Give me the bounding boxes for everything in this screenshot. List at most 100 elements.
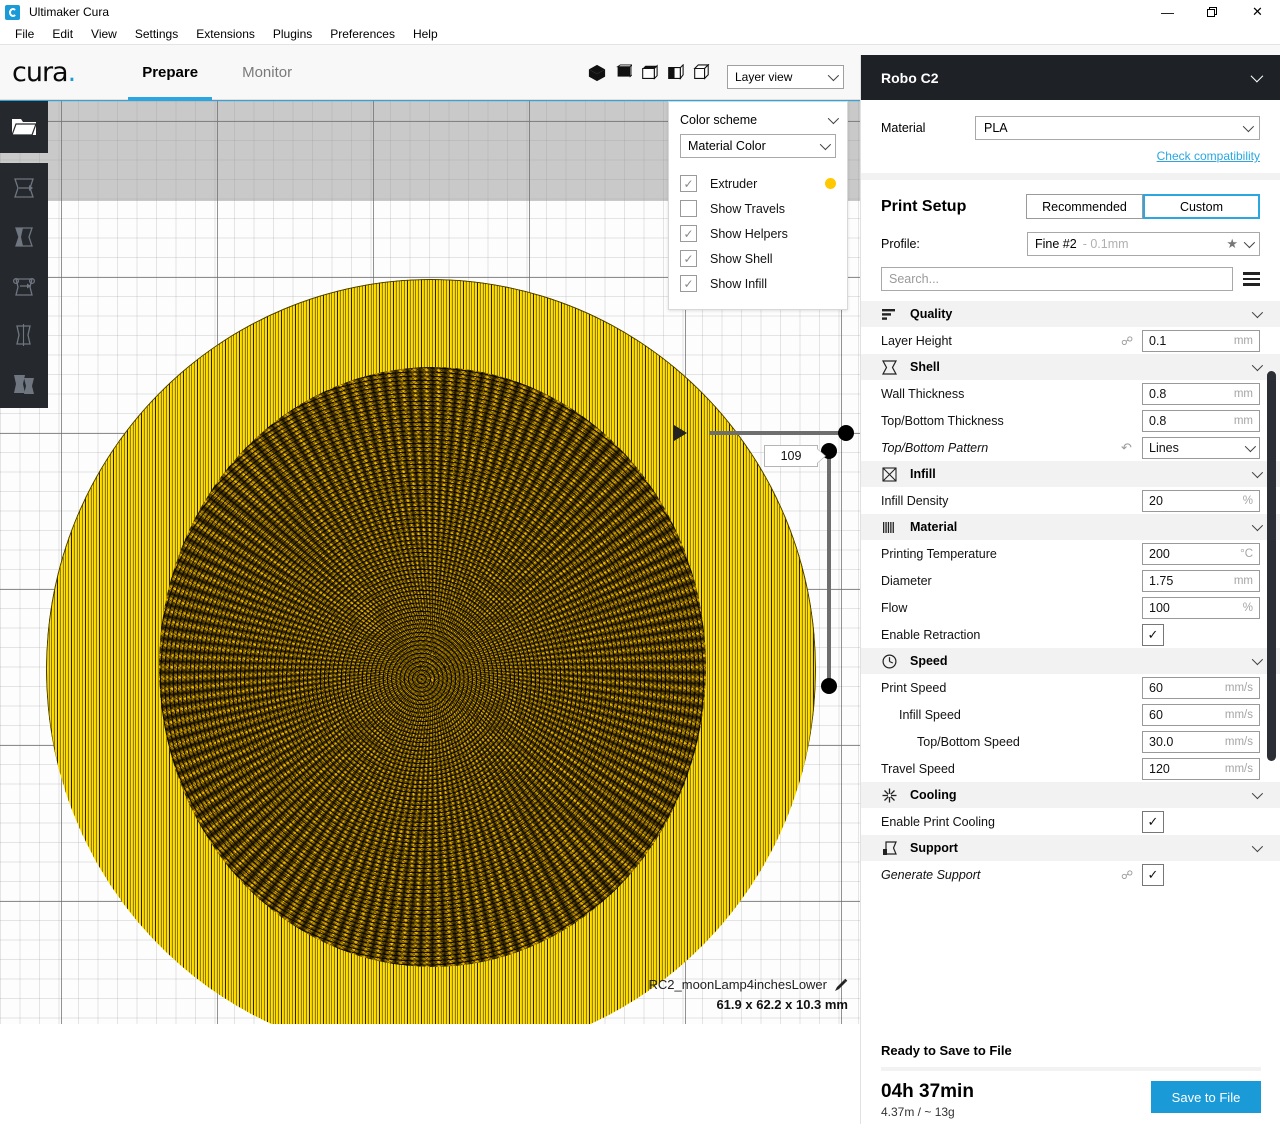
setting-print-speed[interactable]: Print Speed 60 mm/s	[861, 674, 1280, 701]
view-3d-icon[interactable]	[588, 64, 606, 82]
color-scheme-select[interactable]: Material Color	[680, 134, 836, 158]
mode-recommended-button[interactable]: Recommended	[1026, 194, 1143, 219]
setting-enable-retraction[interactable]: Enable Retraction ✓	[861, 621, 1280, 648]
pencil-icon[interactable]	[834, 978, 848, 992]
setting-select-field[interactable]: Lines	[1142, 436, 1260, 459]
minimize-button[interactable]: —	[1145, 0, 1190, 24]
menu-file[interactable]: File	[6, 24, 43, 45]
simulation-slider-handle[interactable]	[838, 425, 854, 441]
setting-value-field[interactable]: 100 %	[1142, 596, 1260, 619]
show-helpers-checkbox[interactable]: ✓	[680, 225, 697, 242]
setting-value-field[interactable]: 20 %	[1142, 489, 1260, 512]
simulation-time-slider[interactable]	[709, 425, 854, 441]
setting-top-bottom-pattern[interactable]: Top/Bottom Pattern ↶ Lines	[861, 434, 1280, 461]
setting-value: Lines	[1149, 440, 1179, 455]
tab-prepare[interactable]: Prepare	[120, 45, 220, 100]
open-file-button[interactable]	[0, 101, 48, 153]
menu-help[interactable]: Help	[404, 24, 447, 45]
settings-scrollbar[interactable]	[1267, 371, 1276, 761]
setting-value-field[interactable]: 60 mm/s	[1142, 703, 1260, 726]
rotate-tool-button[interactable]	[0, 261, 48, 310]
menu-plugins[interactable]: Plugins	[264, 24, 321, 45]
view-top-icon[interactable]	[640, 63, 658, 82]
setting-value-field[interactable]: 30.0 mm/s	[1142, 730, 1260, 753]
legend-row-show-infill[interactable]: ✓ Show Infill	[680, 271, 836, 296]
play-icon[interactable]	[670, 423, 690, 443]
setting-layer-height[interactable]: Layer Height ☍ 0.1 mm	[861, 327, 1280, 354]
setting-top-bottom-thickness[interactable]: Top/Bottom Thickness 0.8 mm	[861, 407, 1280, 434]
setting-infill-speed[interactable]: Infill Speed 60 mm/s	[861, 701, 1280, 728]
menu-view[interactable]: View	[82, 24, 126, 45]
sliced-model[interactable]	[46, 279, 818, 1024]
menu-settings[interactable]: Settings	[126, 24, 187, 45]
setting-value-field[interactable]: 120 mm/s	[1142, 757, 1260, 780]
show-infill-checkbox[interactable]: ✓	[680, 275, 697, 292]
per-model-settings-button[interactable]	[0, 359, 48, 408]
view-mode-select[interactable]: Layer view	[727, 65, 844, 89]
scale-tool-button[interactable]	[0, 212, 48, 261]
setting-checkbox[interactable]: ✓	[1142, 810, 1164, 833]
setting-wall-thickness[interactable]: Wall Thickness 0.8 mm	[861, 380, 1280, 407]
setting-diameter[interactable]: Diameter 1.75 mm	[861, 567, 1280, 594]
legend-row-show-helpers[interactable]: ✓ Show Helpers	[680, 221, 836, 246]
category-material[interactable]: Material	[861, 514, 1280, 540]
close-button[interactable]: ✕	[1235, 0, 1280, 24]
setting-value-field[interactable]: 60 mm/s	[1142, 676, 1260, 699]
chevron-down-icon	[1243, 236, 1256, 249]
menu-edit[interactable]: Edit	[43, 24, 82, 45]
layer-slider-lower-handle[interactable]	[821, 678, 837, 694]
hamburger-icon[interactable]	[1243, 272, 1260, 286]
save-to-file-button[interactable]: Save to File	[1151, 1081, 1261, 1113]
favorite-star-icon[interactable]: ★	[1226, 236, 1238, 252]
category-cooling[interactable]: Cooling	[861, 782, 1280, 808]
category-speed[interactable]: Speed	[861, 648, 1280, 674]
tab-monitor[interactable]: Monitor	[220, 45, 314, 100]
setting-travel-speed[interactable]: Travel Speed 120 mm/s	[861, 755, 1280, 782]
legend-row-extruder[interactable]: ✓ Extruder	[680, 171, 836, 196]
move-tool-button[interactable]	[0, 163, 48, 212]
settings-list[interactable]: Quality Layer Height ☍ 0.1 mm Shell Wall…	[861, 301, 1280, 916]
window-controls: — ✕	[1145, 0, 1280, 24]
setting-enable-print-cooling[interactable]: Enable Print Cooling ✓	[861, 808, 1280, 835]
search-input[interactable]: Search...	[881, 267, 1233, 291]
category-infill[interactable]: Infill	[861, 461, 1280, 487]
layer-slider[interactable]	[821, 443, 837, 694]
category-quality[interactable]: Quality	[861, 301, 1280, 327]
extruder-checkbox[interactable]: ✓	[680, 175, 697, 192]
view-front-icon[interactable]	[614, 63, 632, 82]
category-shell[interactable]: Shell	[861, 354, 1280, 380]
profile-select[interactable]: Fine #2 - 0.1mm ★	[1027, 232, 1260, 256]
setting-infill-density[interactable]: Infill Density 20 %	[861, 487, 1280, 514]
printer-selector[interactable]: Robo C2	[861, 55, 1280, 100]
setting-value-field[interactable]: 200 °C	[1142, 542, 1260, 565]
setting-generate-support[interactable]: Generate Support ☍ ✓	[861, 861, 1280, 888]
3d-viewport[interactable]: 109 RC2_moonLamp4inchesLower 61.9 x 62.2…	[0, 100, 860, 1024]
menu-extensions[interactable]: Extensions	[187, 24, 264, 45]
legend-row-show-shell[interactable]: ✓ Show Shell	[680, 246, 836, 271]
setting-unit: mm	[1233, 334, 1253, 347]
mode-custom-button[interactable]: Custom	[1143, 194, 1260, 219]
check-compatibility-link[interactable]: Check compatibility	[881, 149, 1260, 163]
setting-value-field[interactable]: 0.8 mm	[1142, 382, 1260, 405]
mirror-tool-button[interactable]	[0, 310, 48, 359]
setting-flow[interactable]: Flow 100 %	[861, 594, 1280, 621]
setting-value-field[interactable]: 1.75 mm	[1142, 569, 1260, 592]
legend-row-show-travels[interactable]: Show Travels	[680, 196, 836, 221]
show-shell-checkbox[interactable]: ✓	[680, 250, 697, 267]
reset-icon[interactable]: ↶	[1121, 440, 1135, 456]
legend-title-row[interactable]: Color scheme	[680, 112, 840, 127]
show-travels-checkbox[interactable]	[680, 200, 697, 217]
menu-preferences[interactable]: Preferences	[321, 24, 404, 45]
view-left-icon[interactable]	[666, 63, 684, 82]
setting-printing-temperature[interactable]: Printing Temperature 200 °C	[861, 540, 1280, 567]
setting-value-field[interactable]: 0.1 mm	[1142, 329, 1260, 352]
layer-number-field[interactable]: 109	[764, 445, 818, 467]
setting-top-bottom-speed[interactable]: Top/Bottom Speed 30.0 mm/s	[861, 728, 1280, 755]
category-support[interactable]: Support	[861, 835, 1280, 861]
maximize-button[interactable]	[1190, 0, 1235, 24]
setting-value-field[interactable]: 0.8 mm	[1142, 409, 1260, 432]
view-right-icon[interactable]	[692, 63, 710, 82]
setting-checkbox[interactable]: ✓	[1142, 623, 1164, 646]
material-select[interactable]: PLA	[975, 116, 1260, 140]
setting-checkbox[interactable]: ✓	[1142, 863, 1164, 886]
